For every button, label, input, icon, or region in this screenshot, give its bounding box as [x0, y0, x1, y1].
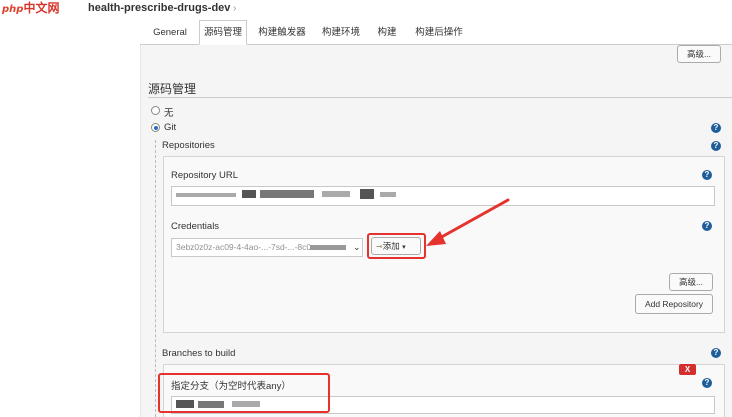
add-repository-button[interactable]: Add Repository	[635, 294, 713, 314]
help-branch-specifier-icon[interactable]: ?	[702, 378, 712, 388]
help-branches-icon[interactable]: ?	[711, 348, 721, 358]
annotation-arrow-icon	[426, 198, 510, 246]
branches-to-build-label: Branches to build	[162, 348, 236, 359]
annotation-highlight-branch	[158, 373, 330, 413]
remove-branch-button[interactable]: X	[679, 364, 696, 375]
jenkins-job-config: php中文网 health-prescribe-drugs-dev › Gene…	[0, 0, 732, 417]
advanced-button-repository[interactable]: 高级...	[669, 273, 713, 291]
